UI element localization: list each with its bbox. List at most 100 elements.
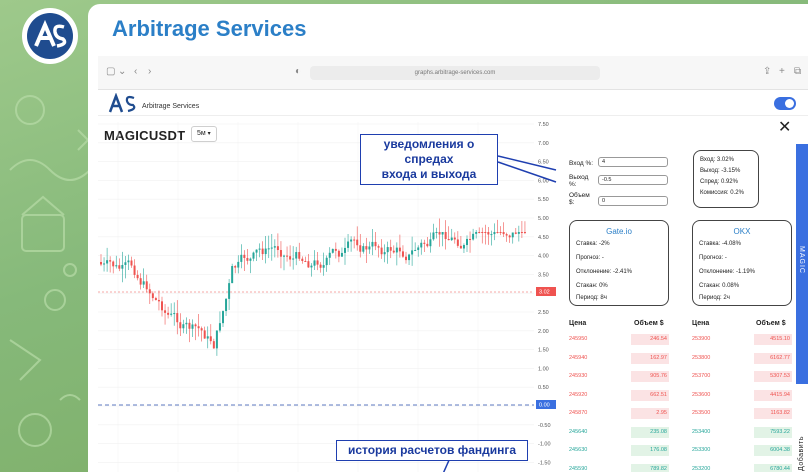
orderbook-price[interactable]: 253300 — [692, 447, 710, 453]
sidebar-toggle-icon[interactable]: ▢ — [106, 66, 115, 78]
candle-body — [243, 254, 246, 258]
y-tick-label: 7.00 — [538, 141, 549, 147]
orderbook-right-price-header: Цена — [692, 320, 710, 327]
candle-body — [392, 250, 395, 253]
orderbook-volume: 7593.22 — [770, 428, 790, 435]
orderbook-volume: 5307.53 — [770, 373, 790, 379]
share-icon[interactable]: ⇪ — [763, 66, 771, 78]
candle-body — [496, 232, 499, 233]
orderbook-price[interactable]: 245920 — [569, 392, 587, 398]
orderbook-price[interactable]: 253900 — [692, 336, 710, 342]
orderbook-price[interactable]: 245630 — [569, 447, 587, 453]
close-icon[interactable]: ✕ — [778, 120, 791, 136]
tabs-overview-icon[interactable]: ⧉ — [794, 66, 801, 78]
candle-body — [212, 341, 215, 349]
candle-body — [316, 260, 319, 265]
candle-body — [377, 246, 380, 248]
theme-toggle[interactable] — [774, 97, 796, 110]
candle-body — [307, 261, 310, 268]
y-tick-label: -0.50 — [538, 423, 551, 429]
orderbook-price[interactable]: 245870 — [569, 410, 587, 416]
candle-body — [304, 260, 307, 262]
candle-body — [447, 239, 450, 241]
candle-body — [328, 252, 331, 258]
candle-body — [450, 237, 453, 241]
browser-toolbar: ▢ ⌄ ‹ › ◐ graphs.arbitrage-services.com … — [98, 56, 808, 90]
candle-body — [145, 281, 148, 290]
candle-body — [215, 330, 218, 349]
site-header: Arbitrage Services — [98, 90, 808, 116]
candle-body — [170, 313, 173, 315]
candle-body — [133, 265, 136, 275]
y-tick-label: 4.50 — [538, 235, 549, 241]
entry-input[interactable]: 4 — [598, 157, 668, 167]
attached-screenshot[interactable]: ▢ ⌄ ‹ › ◐ graphs.arbitrage-services.com … — [98, 56, 808, 472]
exchange-name[interactable]: OKX — [693, 227, 791, 236]
candle-body — [462, 245, 465, 249]
new-tab-icon[interactable]: + — [779, 66, 785, 78]
candle-body — [456, 239, 459, 246]
candle-body — [484, 232, 487, 233]
address-bar[interactable]: graphs.arbitrage-services.com — [310, 66, 600, 80]
candle-body — [161, 301, 163, 311]
candle-body — [426, 243, 429, 247]
orderbook-volume: 6004.38 — [770, 447, 790, 453]
channel-avatar[interactable] — [22, 8, 78, 64]
orderbook-price[interactable]: 253400 — [692, 429, 710, 435]
candle-body — [353, 239, 356, 241]
forward-icon[interactable]: › — [148, 66, 151, 78]
candle-body — [362, 246, 365, 252]
orderbook-volume: 176.08 — [650, 447, 667, 453]
orderbook-volume: 4415.94 — [770, 391, 790, 398]
orderbook-price[interactable]: 253800 — [692, 355, 710, 361]
candle-body — [121, 264, 124, 269]
orderbook-price[interactable]: 253200 — [692, 466, 710, 472]
candle-body — [386, 247, 389, 253]
candle-body — [130, 260, 133, 266]
candle-body — [401, 251, 404, 257]
chart-candles — [100, 218, 526, 356]
orderbook-volume: 6162.77 — [770, 354, 790, 361]
exit-input[interactable]: -0.5 — [598, 175, 668, 185]
candle-body — [365, 246, 368, 250]
channel-title[interactable]: Arbitrage Services — [112, 16, 306, 42]
candle-body — [179, 322, 182, 329]
orderbook-volume: 662.51 — [650, 391, 667, 398]
candle-body — [356, 239, 359, 246]
candle-body — [176, 313, 179, 323]
add-side-tab[interactable]: Добавить — [798, 436, 805, 471]
y-tick-label: 2.00 — [538, 329, 549, 335]
candle-body — [340, 252, 343, 257]
candle-body — [151, 293, 154, 299]
candle-body — [453, 237, 456, 240]
orderbook-price[interactable]: 253600 — [692, 392, 710, 398]
orderbook-price[interactable]: 245940 — [569, 355, 587, 361]
candle-body — [395, 247, 398, 253]
message-bubble: Arbitrage Services ▢ ⌄ ‹ › ◐ graphs.arbi… — [88, 4, 808, 472]
magic-side-tab-label: MAGIC — [798, 246, 805, 274]
candle-body — [389, 247, 392, 251]
volume-input[interactable]: 0 — [598, 196, 668, 206]
candle-body — [517, 232, 520, 234]
orderbook-price[interactable]: 245590 — [569, 466, 587, 472]
privacy-shield-icon[interactable]: ◐ — [295, 66, 301, 78]
orderbook-price[interactable]: 253700 — [692, 373, 710, 379]
back-icon[interactable]: ‹ — [134, 66, 137, 78]
y-tick-label: 6.50 — [538, 160, 549, 166]
chevron-down-icon[interactable]: ⌄ — [118, 66, 126, 78]
orderbook-price[interactable]: 245930 — [569, 373, 587, 379]
exchange-name[interactable]: Gate.io — [570, 227, 668, 236]
candle-body — [124, 262, 127, 265]
orderbook-price[interactable]: 245950 — [569, 336, 587, 342]
y-tick-label: 7.50 — [538, 122, 549, 128]
orderbook-price[interactable]: 253500 — [692, 410, 710, 416]
orderbook-volume: 246.54 — [650, 336, 667, 342]
exchange-forecast: Прогноз: - — [576, 255, 604, 261]
orderbook-right-volume-header: Объем $ — [756, 320, 786, 327]
y-tick-label: 2.50 — [538, 310, 549, 316]
orderbook-price[interactable]: 245640 — [569, 429, 587, 435]
site-logo-icon[interactable] — [108, 93, 138, 113]
orderbook-volume: 6780.44 — [770, 465, 790, 472]
candle-body — [118, 265, 121, 269]
candle-body — [337, 250, 340, 257]
